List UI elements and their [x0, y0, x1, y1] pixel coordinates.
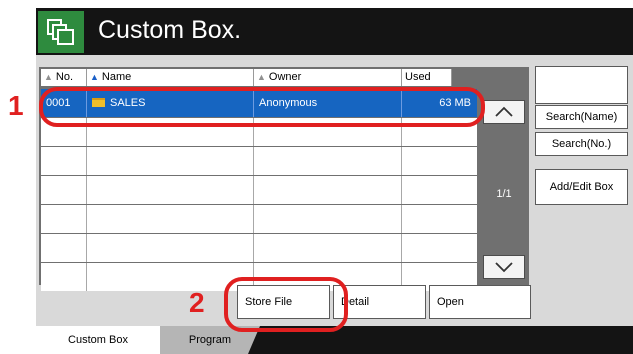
search-field[interactable] — [535, 66, 628, 104]
step-number-1: 1 — [8, 90, 24, 121]
callout-highlight-store-file — [224, 277, 348, 332]
search-no-button[interactable]: Search(No.) — [535, 132, 628, 156]
custom-box-icon — [38, 11, 84, 53]
search-name-button[interactable]: Search(Name) — [535, 105, 628, 129]
page-up-button[interactable] — [483, 100, 525, 124]
empty-row[interactable] — [41, 205, 477, 233]
sort-triangle-icon: ▲ — [90, 72, 99, 82]
page-down-button[interactable] — [483, 255, 525, 279]
sort-triangle-icon: ▲ — [257, 72, 266, 82]
chevron-down-icon — [495, 262, 513, 273]
empty-row[interactable] — [41, 176, 477, 204]
empty-row[interactable] — [41, 147, 477, 175]
pager: 1/1 — [479, 67, 529, 285]
step-number-2: 2 — [189, 287, 205, 318]
callout-highlight-row — [39, 87, 485, 127]
column-header-used[interactable]: Used — [402, 69, 452, 86]
empty-row[interactable] — [41, 234, 477, 262]
tab-custom-box[interactable]: Custom Box — [36, 326, 160, 354]
title-bar: Custom Box. — [36, 8, 633, 55]
open-button[interactable]: Open — [429, 285, 531, 319]
sort-triangle-icon: ▲ — [44, 72, 53, 82]
chevron-up-icon — [495, 106, 513, 117]
page-title: Custom Box. — [98, 16, 242, 44]
list-header: ▲ No. ▲ Name ▲ Owner Used — [41, 69, 452, 86]
page-indicator: 1/1 — [496, 188, 512, 200]
column-header-no[interactable]: ▲ No. — [41, 69, 87, 86]
column-header-name[interactable]: ▲ Name — [87, 69, 254, 86]
add-edit-box-button[interactable]: Add/Edit Box — [535, 169, 628, 205]
column-header-owner[interactable]: ▲ Owner — [254, 69, 402, 86]
